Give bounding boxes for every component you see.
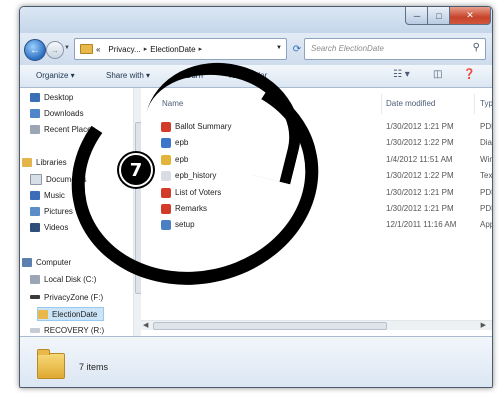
desktop-icon xyxy=(30,92,40,102)
sidebar-item-desktop[interactable]: Desktop xyxy=(30,91,73,103)
title-bar: ─ □ ✕ xyxy=(20,7,492,33)
minimize-button[interactable]: ─ xyxy=(405,7,429,25)
sidebar-item-label: PrivacyZone (F:) xyxy=(44,292,104,302)
file-date-modified: 1/30/2012 1:21 PM xyxy=(386,188,454,197)
sidebar-item-label: ElectionDate xyxy=(52,309,98,319)
folder-icon xyxy=(80,44,93,54)
breadcrumb-privacyzone[interactable]: Privacy... xyxy=(108,45,140,54)
sidebar-item-downloads[interactable]: Downloads xyxy=(30,107,84,119)
chevron-right-icon[interactable]: ▸ xyxy=(144,45,148,53)
folder-icon xyxy=(37,349,65,379)
sidebar-item-label: Computer xyxy=(36,257,72,267)
file-date-modified: 1/30/2012 1:22 PM xyxy=(386,138,454,147)
breadcrumb-separator xyxy=(103,46,105,53)
sidebar-item-privacyzone[interactable]: PrivacyZone (F:) xyxy=(30,291,103,303)
file-type: Applica xyxy=(480,220,493,229)
file-date-modified: 1/30/2012 1:22 PM xyxy=(386,171,454,180)
address-field[interactable]: « Privacy... ▸ ElectionDate ▸ ▼ xyxy=(74,38,287,60)
sidebar-item-label: RECOVERY (R:) xyxy=(44,325,105,335)
refresh-icon[interactable]: ⟳ xyxy=(289,41,305,57)
breadcrumb-overflow[interactable]: « xyxy=(96,45,100,54)
view-options-icon[interactable]: ☷ ▾ xyxy=(393,69,410,80)
column-header-type[interactable]: Type xyxy=(480,99,492,108)
sidebar-item-label: Local Disk (C:) xyxy=(44,274,97,284)
maximize-button[interactable]: □ xyxy=(427,7,451,25)
search-input[interactable]: Search ElectionDate ⚲ xyxy=(304,38,486,60)
address-dropdown-icon[interactable]: ▼ xyxy=(276,45,282,51)
sidebar-item-electiondate[interactable]: ElectionDate xyxy=(37,307,105,321)
sidebar-item-local-disk[interactable]: Local Disk (C:) xyxy=(30,273,96,285)
drive-icon xyxy=(30,295,40,299)
breadcrumb-electiondate[interactable]: ElectionDate xyxy=(150,45,195,54)
search-icon[interactable]: ⚲ xyxy=(473,42,480,53)
sidebar-item-label: Pictures xyxy=(44,206,73,216)
close-button[interactable]: ✕ xyxy=(449,7,491,25)
horizontal-scroll-thumb[interactable] xyxy=(153,322,387,330)
step-number-badge: 7 xyxy=(119,153,153,187)
sidebar-item-libraries[interactable]: Libraries xyxy=(22,156,67,168)
search-placeholder: Search ElectionDate xyxy=(311,44,384,53)
sidebar-item-music[interactable]: Music xyxy=(30,189,65,201)
drive-icon xyxy=(30,274,40,284)
file-type: Dial-Up xyxy=(480,138,493,147)
folder-icon xyxy=(38,309,48,319)
horizontal-scrollbar[interactable]: ◀ ▶ xyxy=(141,320,492,330)
libraries-icon xyxy=(22,157,32,167)
file-type: WinZip xyxy=(480,155,493,164)
file-date-modified: 1/4/2012 11:51 AM xyxy=(386,155,453,164)
column-divider[interactable] xyxy=(381,94,382,114)
sidebar-item-label: Desktop xyxy=(44,92,74,102)
recent-places-icon xyxy=(30,124,40,134)
forward-button[interactable]: → xyxy=(46,41,64,59)
help-icon[interactable]: ❓ xyxy=(463,69,475,80)
sidebar-item-computer[interactable]: Computer xyxy=(22,256,71,268)
column-header-date-modified[interactable]: Date modified xyxy=(386,99,435,108)
share-with-button[interactable]: Share with ▾ xyxy=(106,71,150,80)
sidebar-item-videos[interactable]: Videos xyxy=(30,221,68,233)
file-type: PDF Co xyxy=(480,122,492,131)
scroll-left-icon[interactable]: ◀ xyxy=(143,321,148,329)
file-type: Text D xyxy=(480,171,493,180)
computer-icon xyxy=(22,257,32,267)
file-date-modified: 1/30/2012 1:21 PM xyxy=(386,122,454,131)
file-type: PDF Co xyxy=(480,204,492,213)
sidebar-item-label: Music xyxy=(44,190,65,200)
downloads-icon xyxy=(30,108,40,118)
back-button[interactable]: ← xyxy=(24,39,46,61)
drive-icon xyxy=(30,327,40,333)
sidebar-item-label: Videos xyxy=(44,222,69,232)
items-count: 7 items xyxy=(79,362,109,372)
music-icon xyxy=(30,190,40,200)
organize-button[interactable]: Organize ▾ xyxy=(36,71,75,80)
details-pane: 7 items xyxy=(20,336,492,387)
documents-icon xyxy=(30,173,42,185)
sidebar-item-label: Libraries xyxy=(36,157,67,167)
videos-icon xyxy=(30,222,40,232)
file-date-modified: 12/1/2011 11:16 AM xyxy=(386,220,457,229)
file-date-modified: 1/30/2012 1:21 PM xyxy=(386,204,454,213)
pictures-icon xyxy=(30,206,40,216)
address-bar-area: ← → ▼ « Privacy... ▸ ElectionDate ▸ ▼ ⟳ … xyxy=(20,33,492,65)
chevron-right-icon[interactable]: ▸ xyxy=(199,45,203,53)
preview-pane-icon[interactable]: ◫ xyxy=(433,69,442,80)
sidebar-item-recovery[interactable]: RECOVERY (R:) xyxy=(30,324,104,336)
sidebar-item-pictures[interactable]: Pictures xyxy=(30,205,73,217)
column-divider[interactable] xyxy=(474,94,475,114)
sidebar-item-label: Downloads xyxy=(44,108,84,118)
file-type: PDF Co xyxy=(480,188,492,197)
scroll-right-icon[interactable]: ▶ xyxy=(481,321,486,329)
recent-pages-dropdown[interactable]: ▼ xyxy=(64,45,70,51)
